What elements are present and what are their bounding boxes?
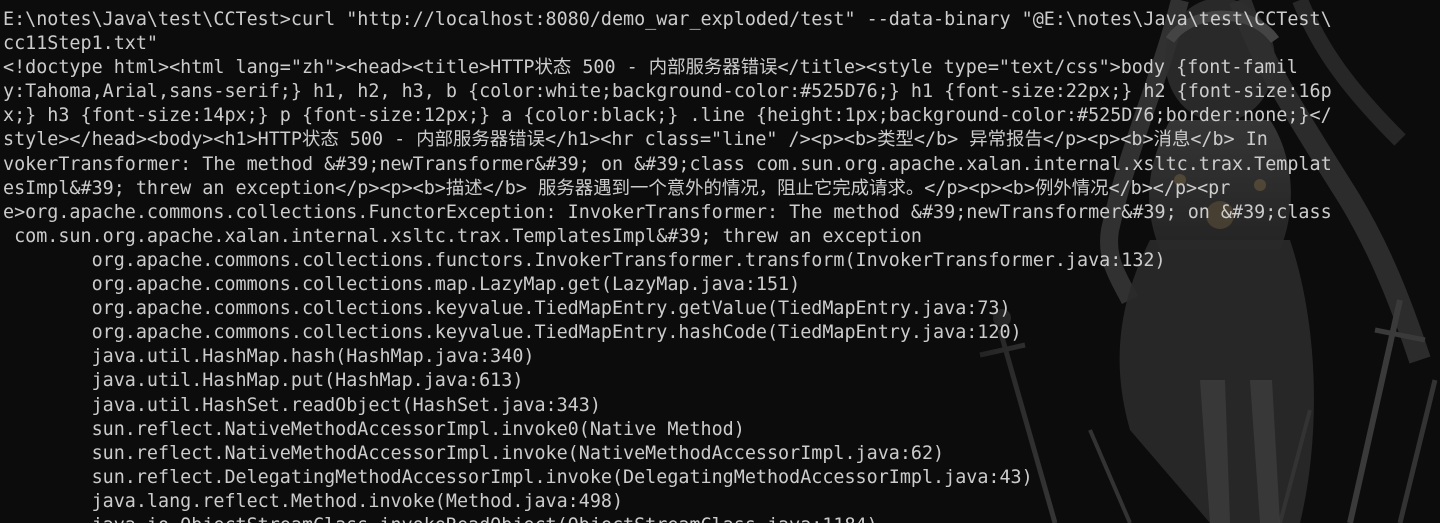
console-line: E:\notes\Java\test\CCTest>curl "http://l… [3, 9, 1332, 30]
console-line: org.apache.commons.collections.map.LazyM… [3, 274, 801, 296]
console-line: style></head><body><h1>HTTP状态 500 - 内部服务… [3, 129, 1268, 151]
console-line: e>org.apache.commons.collections.Functor… [3, 201, 1332, 223]
console-line: java.io.ObjectStreamClass.invokeReadObje… [3, 514, 1440, 523]
console-line: sun.reflect.NativeMethodAccessorImpl.inv… [3, 442, 945, 464]
console-line: sun.reflect.NativeMethodAccessorImpl.inv… [3, 418, 745, 440]
console-line: org.apache.commons.collections.keyvalue.… [3, 298, 1011, 320]
console-line: com.sun.org.apache.xalan.internal.xsltc.… [3, 225, 922, 247]
console-line: <!doctype html><html lang="zh"><head><ti… [3, 57, 1298, 79]
console-line: java.lang.reflect.Method.invoke(Method.j… [3, 490, 624, 512]
console-line: esImpl&#39; threw an exception</p><p><b>… [3, 177, 1231, 199]
console-line: org.apache.commons.collections.functors.… [3, 249, 1166, 271]
terminal-window[interactable]: E:\notes\Java\test\CCTest>curl "http://l… [0, 0, 1440, 523]
console-line: cc11Step1.txt" [3, 33, 159, 55]
console-line: java.util.HashSet.readObject(HashSet.jav… [3, 394, 601, 416]
console-line: java.util.HashMap.put(HashMap.java:613) [3, 370, 524, 392]
console-line: vokerTransformer: The method &#39;newTra… [3, 153, 1332, 175]
console-line: x;} h3 {font-size:14px;} p {font-size:12… [3, 105, 1332, 127]
console-line: java.util.HashMap.hash(HashMap.java:340) [3, 346, 535, 368]
console-line: y:Tahoma,Arial,sans-serif;} h1, h2, h3, … [3, 81, 1332, 103]
console-output[interactable]: E:\notes\Java\test\CCTest>curl "http://l… [3, 8, 1440, 523]
console-line: org.apache.commons.collections.keyvalue.… [3, 322, 1022, 344]
console-line: sun.reflect.DelegatingMethodAccessorImpl… [3, 466, 1033, 488]
